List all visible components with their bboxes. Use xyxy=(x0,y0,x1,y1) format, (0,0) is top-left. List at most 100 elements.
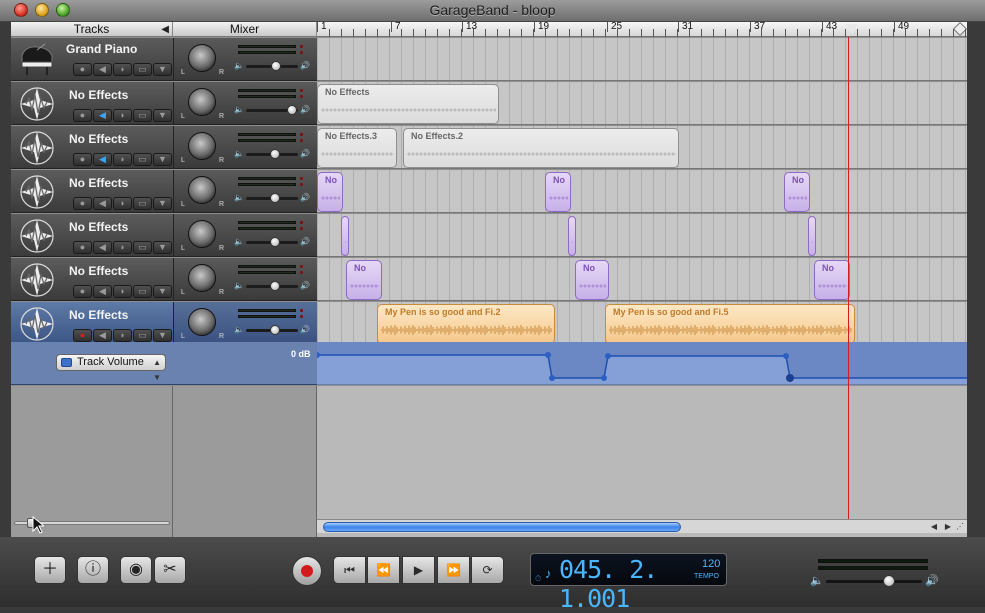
track-lane[interactable]: My Pen is so good and Fi.2 My Pen is so g… xyxy=(317,302,967,345)
track-row[interactable]: No Effects ● ◀ ◗ ▭ ▼ L R 🔈 🔊 My Pen is so good and… xyxy=(11,302,967,346)
lock-button[interactable]: ▭ xyxy=(133,285,152,298)
track-lane[interactable]: No Effects.3 No Effects.2 xyxy=(317,126,967,169)
automation-point[interactable] xyxy=(786,374,794,382)
fast-forward-button[interactable]: ⏩ xyxy=(437,556,470,584)
track-header[interactable]: No Effects ● ◀ ◗ ▭ ▼ xyxy=(11,302,173,345)
scrollbar-thumb[interactable] xyxy=(323,522,681,532)
track-row[interactable]: No Effects ● ◀ ◗ ▭ ▼ L R 🔈 🔊 No Effects.3 No Effect… xyxy=(11,126,967,170)
track-header[interactable]: No Effects ● ◀ ◗ ▭ ▼ xyxy=(11,214,173,257)
track-volume-thumb[interactable] xyxy=(270,237,280,247)
pan-knob[interactable] xyxy=(188,88,216,116)
mute-button[interactable]: ◀ xyxy=(93,109,112,122)
master-volume-slider[interactable] xyxy=(826,580,922,583)
track-volume-thumb[interactable] xyxy=(270,325,280,335)
record-button[interactable] xyxy=(292,556,322,586)
track-volume-thumb[interactable] xyxy=(271,61,281,71)
automation-toggle-button[interactable]: ▼ xyxy=(153,285,172,298)
track-lane[interactable]: No No No xyxy=(317,258,967,301)
record-enable-button[interactable]: ● xyxy=(73,153,92,166)
automation-toggle-button[interactable]: ▼ xyxy=(153,63,172,76)
track-row[interactable]: No Effects ● ◀ ◗ ▭ ▼ L R 🔈 🔊 xyxy=(11,214,967,258)
record-enable-button[interactable]: ● xyxy=(73,63,92,76)
solo-button[interactable]: ◗ xyxy=(113,241,132,254)
solo-button[interactable]: ◗ xyxy=(113,109,132,122)
mute-button[interactable]: ◀ xyxy=(93,197,112,210)
automation-lane[interactable] xyxy=(314,342,967,385)
pan-knob[interactable] xyxy=(188,176,216,204)
record-enable-button[interactable]: ● xyxy=(73,329,92,342)
track-lane[interactable] xyxy=(317,214,967,257)
track-lane[interactable]: No No No xyxy=(317,170,967,213)
track-name[interactable]: No Effects xyxy=(69,132,128,146)
track-header[interactable]: No Effects ● ◀ ◗ ▭ ▼ xyxy=(11,170,173,213)
track-header[interactable]: No Effects ● ◀ ◗ ▭ ▼ xyxy=(11,258,173,301)
automation-point[interactable] xyxy=(549,375,555,381)
audio-region[interactable] xyxy=(808,216,816,256)
audio-region[interactable]: My Pen is so good and Fi.2 xyxy=(377,304,555,344)
scroll-left-icon[interactable]: ◀ xyxy=(927,520,941,533)
track-header[interactable]: No Effects ● ◀ ◗ ▭ ▼ xyxy=(11,82,173,125)
track-name[interactable]: No Effects xyxy=(69,176,128,190)
collapse-arrow-icon[interactable]: ◀ xyxy=(161,22,169,37)
track-name[interactable]: No Effects xyxy=(69,88,128,102)
pan-knob[interactable] xyxy=(188,220,216,248)
audio-region[interactable]: No xyxy=(784,172,810,212)
resize-grip-icon[interactable]: ⋰ xyxy=(953,520,967,533)
track-name[interactable]: No Effects xyxy=(69,264,128,278)
automation-point[interactable] xyxy=(601,375,607,381)
automation-toggle-button[interactable]: ▼ xyxy=(153,197,172,210)
window-title-bar[interactable]: GarageBand - bloop xyxy=(0,0,985,22)
rewind-button[interactable]: ⏪ xyxy=(367,556,400,584)
lock-button[interactable]: ▭ xyxy=(133,109,152,122)
automation-toggle-button[interactable]: ▼ xyxy=(153,153,172,166)
solo-button[interactable]: ◗ xyxy=(113,197,132,210)
track-info-button[interactable]: ⓘ xyxy=(77,556,109,584)
mute-button[interactable]: ◀ xyxy=(93,63,112,76)
timeline-ruler[interactable]: 1 7 13 19 25 31 37 43 49 xyxy=(317,22,967,37)
pan-knob[interactable] xyxy=(188,44,216,72)
playhead-line[interactable] xyxy=(848,37,849,520)
mute-button[interactable]: ◀ xyxy=(93,153,112,166)
loop-browser-button[interactable]: ◉ xyxy=(120,556,152,584)
audio-region[interactable]: No xyxy=(575,260,609,300)
track-row[interactable]: Grand Piano ● ◀ ◗ ▭ ▼ L R 🔈 🔊 xyxy=(11,38,967,82)
track-volume-thumb[interactable] xyxy=(270,193,280,203)
play-button[interactable]: ▶ xyxy=(402,556,435,584)
automation-toggle-button[interactable]: ▼ xyxy=(153,109,172,122)
tempo-value[interactable]: 120 xyxy=(702,558,720,570)
automation-point[interactable] xyxy=(605,353,611,359)
pan-knob[interactable] xyxy=(188,132,216,160)
mute-button[interactable]: ◀ xyxy=(93,241,112,254)
audio-region[interactable]: No Effects xyxy=(317,84,499,124)
horizontal-scrollbar[interactable]: ◀ ▶ ⋰ xyxy=(317,519,967,533)
add-track-button[interactable]: ＋ xyxy=(34,556,66,584)
lock-button[interactable]: ▭ xyxy=(133,329,152,342)
automation-point[interactable] xyxy=(783,353,789,359)
track-lane[interactable] xyxy=(317,38,967,81)
track-name[interactable]: No Effects xyxy=(69,220,128,234)
record-enable-button[interactable]: ● xyxy=(73,285,92,298)
track-row[interactable]: No Effects ● ◀ ◗ ▭ ▼ L R 🔈 🔊 No Effects xyxy=(11,82,967,126)
track-lane[interactable]: No Effects xyxy=(317,82,967,125)
lock-button[interactable]: ▭ xyxy=(133,241,152,254)
track-volume-thumb[interactable] xyxy=(287,105,297,115)
volume-automation-curve[interactable] xyxy=(314,342,967,385)
time-display[interactable]: 045. 2. 1.001 xyxy=(559,555,726,613)
lcd-display[interactable]: ⏱ ♪ 045. 2. 1.001 120 TEMPO xyxy=(530,553,727,613)
track-name[interactable]: Grand Piano xyxy=(66,42,137,56)
automation-parameter-select[interactable]: Track Volume ▲ ▼ xyxy=(56,354,166,382)
editor-button[interactable]: ✂ xyxy=(154,556,186,584)
track-row[interactable]: No Effects ● ◀ ◗ ▭ ▼ L R 🔈 🔊 No No No xyxy=(11,170,967,214)
mute-button[interactable]: ◀ xyxy=(93,285,112,298)
checkbox-icon[interactable] xyxy=(61,358,72,367)
audio-region[interactable]: My Pen is so good and Fi.5 xyxy=(605,304,855,344)
solo-button[interactable]: ◗ xyxy=(113,329,132,342)
track-name[interactable]: No Effects xyxy=(69,308,128,322)
audio-region[interactable]: No xyxy=(317,172,343,212)
go-to-beginning-button[interactable]: ⏮ xyxy=(333,556,366,584)
mixer-column-header[interactable]: Mixer xyxy=(173,22,317,37)
automation-toggle-button[interactable]: ▼ xyxy=(153,241,172,254)
audio-region[interactable]: No Effects.3 xyxy=(317,128,397,168)
automation-toggle-button[interactable]: ▼ xyxy=(153,329,172,342)
record-enable-button[interactable]: ● xyxy=(73,109,92,122)
